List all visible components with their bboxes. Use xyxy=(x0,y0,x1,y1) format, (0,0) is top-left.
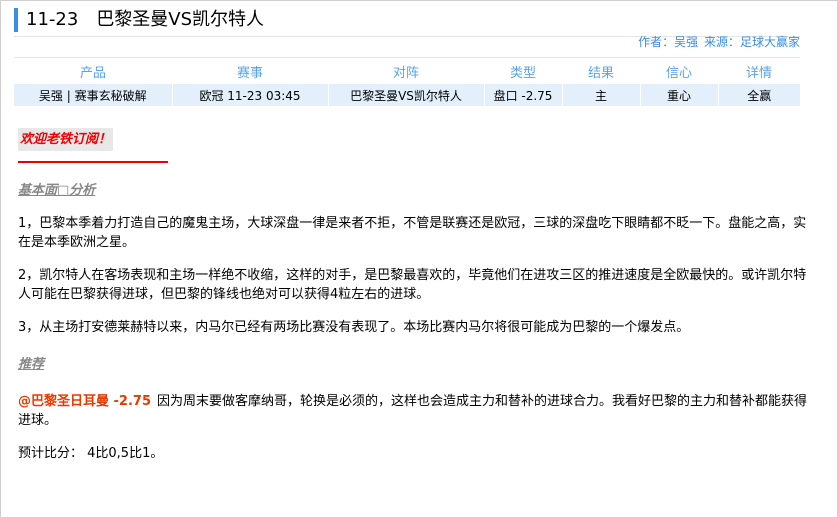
header-type: 类型 xyxy=(484,57,562,84)
table-header-row: 产品 赛事 对阵 类型 结果 信心 详情 xyxy=(14,57,800,84)
score-prediction: 预计比分： 4比0,5比1。 xyxy=(18,446,164,461)
header-matchup: 对阵 xyxy=(328,57,484,84)
author-label: 作者：吴强 xyxy=(638,35,699,49)
pick-label: @巴黎圣日耳曼 -2.75 xyxy=(18,394,151,409)
title-date: 11-23 xyxy=(26,9,79,30)
cell-matchup: 巴黎圣曼VS凯尔特人 xyxy=(327,84,484,106)
header-product: 产品 xyxy=(14,57,172,84)
cell-type: 盘口 -2.75 xyxy=(483,84,562,106)
table-row: 吴强 | 赛事玄秘破解 欧冠 11-23 03:45 巴黎圣曼VS凯尔特人 盘口… xyxy=(14,84,800,106)
recommend-heading: 推荐 xyxy=(18,357,45,372)
header-event: 赛事 xyxy=(172,57,328,84)
match-info-table: 产品 赛事 对阵 类型 结果 信心 详情 吴强 | 赛事玄秘破解 欧冠 11-2… xyxy=(14,57,800,106)
cell-product: 吴强 | 赛事玄秘破解 xyxy=(14,84,172,106)
analysis-heading: 基本面□分析 xyxy=(18,183,96,198)
title-match: 巴黎圣曼VS凯尔特人 xyxy=(96,9,265,30)
welcome-underline xyxy=(18,161,168,163)
recommendation: @巴黎圣日耳曼 -2.75 因为周末要做客摩纳哥，轮换是必须的，这样也会造成主力和… xyxy=(18,392,808,430)
cell-details: 全赢 xyxy=(717,84,800,106)
article-meta: 作者：吴强 来源：足球大赢家 xyxy=(636,33,800,50)
analysis-paragraph-3: 3，从主场打安德莱赫特以来，内马尔已经有两场比赛没有表现了。本场比赛内马尔将很可… xyxy=(18,320,690,335)
header-details: 详情 xyxy=(718,57,800,84)
cell-confidence: 重心 xyxy=(639,84,718,106)
analysis-paragraph-2: 2，凯尔特人在客场表现和主场一样绝不收缩，这样的对手，是巴黎最喜欢的，毕竟他们在… xyxy=(18,268,807,302)
page-title: 11-23 巴黎圣曼VS凯尔特人 xyxy=(14,8,264,32)
cell-event: 欧冠 11-23 03:45 xyxy=(171,84,328,106)
welcome-banner: 欢迎老铁订阅！ xyxy=(18,128,114,151)
article-body: 欢迎老铁订阅！ 基本面□分析 1，巴黎本季着力打造自己的魔鬼主场，大球深盘一律是… xyxy=(18,128,808,463)
cell-result: 主 xyxy=(561,84,640,106)
header-confidence: 信心 xyxy=(640,57,718,84)
header-result: 结果 xyxy=(562,57,640,84)
analysis-paragraph-1: 1，巴黎本季着力打造自己的魔鬼主场，大球深盘一律是来者不拒，不管是联赛还是欧冠，… xyxy=(18,216,807,250)
source-label: 来源：足球大赢家 xyxy=(703,35,800,49)
